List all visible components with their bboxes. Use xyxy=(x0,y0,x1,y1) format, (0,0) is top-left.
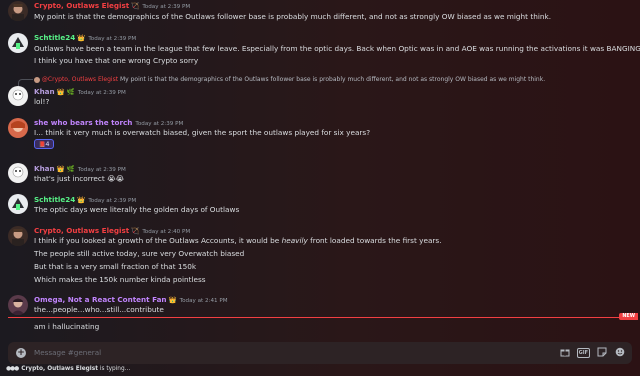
typing-dots-icon: ●●● xyxy=(6,366,19,372)
message-text: I think if you looked at growth of the O… xyxy=(34,236,442,245)
timestamp: Today at 2:41 PM xyxy=(179,298,228,304)
message-input[interactable]: Message #general xyxy=(34,348,101,357)
author-name[interactable]: Schtitle24 xyxy=(34,195,75,204)
gift-icon[interactable] xyxy=(559,347,571,359)
message-text: I... think it very much is overwatch bia… xyxy=(34,128,371,137)
message-composer[interactable]: + Message #general GIF xyxy=(8,342,632,364)
gif-icon[interactable]: GIF xyxy=(576,348,590,358)
message-text: But that is a very small fraction of tha… xyxy=(34,262,197,271)
timestamp: Today at 2:39 PM xyxy=(77,167,126,173)
crown-icon: 👑 🌿 xyxy=(56,88,75,96)
typing-user: Crypto, Outlaws Elegist xyxy=(21,366,98,372)
timestamp: Today at 2:39 PM xyxy=(135,121,184,127)
plus-circle-icon[interactable]: + xyxy=(16,348,26,358)
message-text: My point is that the demographics of the… xyxy=(34,12,552,21)
message-text: that's just incorrect 😭😭 xyxy=(34,174,125,183)
role-icon: 🏹 xyxy=(131,227,140,235)
author-name[interactable]: Crypto, Outlaws Elegist xyxy=(34,226,129,235)
author-name[interactable]: Omega, Not a React Content Fan xyxy=(34,295,167,304)
reaction-button[interactable]: 📕4 xyxy=(34,139,54,149)
message-text: am i hallucinating xyxy=(34,322,100,331)
new-messages-badge: NEW xyxy=(619,313,638,320)
message-text: I think you have that one wrong Crypto s… xyxy=(34,56,199,65)
reply-text: My point is that the demographics of the… xyxy=(119,76,546,83)
reply-mention[interactable]: @Crypto, Outlaws Elegist xyxy=(42,76,118,83)
message-text: Which makes the 150k number kinda pointl… xyxy=(34,275,206,284)
crown-icon: 👑 xyxy=(168,296,177,304)
message-text: The people still active today, sure very… xyxy=(34,249,245,258)
message-header: Crypto, Outlaws Elegist 🏹 Today at 2:39 PM xyxy=(34,1,190,12)
author-name[interactable]: Schtitle24 xyxy=(34,33,75,42)
message-header: Schtitle24 👑 Today at 2:39 PM xyxy=(34,33,136,44)
reply-reference[interactable]: @Crypto, Outlaws Elegist My point is tha… xyxy=(34,76,545,83)
author-name[interactable]: Crypto, Outlaws Elegist xyxy=(34,1,129,10)
role-icon: 🏹 xyxy=(131,2,140,10)
sticker-icon[interactable] xyxy=(596,347,608,359)
avatar[interactable] xyxy=(8,86,28,106)
text-run: front loaded towards the first years. xyxy=(307,236,442,245)
author-name[interactable]: she who bears the torch xyxy=(34,118,132,127)
reply-avatar-icon xyxy=(34,76,40,83)
message-list: Crypto, Outlaws Elegist 🏹 Today at 2:39 PM… xyxy=(0,0,640,340)
message-text: The optic days were literally the golden… xyxy=(34,205,240,214)
avatar[interactable] xyxy=(8,1,28,21)
timestamp: Today at 2:39 PM xyxy=(88,36,137,42)
message-text: the...people...who...still...contribute xyxy=(34,305,164,314)
text-run: I think if you looked at growth of the O… xyxy=(34,236,282,245)
timestamp: Today at 2:39 PM xyxy=(88,198,137,204)
crown-icon: 👑 xyxy=(77,196,86,204)
author-name[interactable]: Khan xyxy=(34,164,55,173)
message-text: lol!? xyxy=(34,97,50,106)
timestamp: Today at 2:39 PM xyxy=(142,4,191,10)
emphasis-text: heavily xyxy=(281,236,308,245)
author-name[interactable]: Khan xyxy=(34,87,55,96)
avatar[interactable] xyxy=(8,33,28,53)
crown-icon: 👑 xyxy=(77,34,86,42)
avatar[interactable] xyxy=(8,118,28,138)
reaction-count: 4 xyxy=(45,140,50,148)
avatar[interactable] xyxy=(8,194,28,214)
new-messages-divider xyxy=(8,317,628,318)
message-text: Outlaws have been a team in the league t… xyxy=(34,44,640,53)
typing-indicator: ●●● Crypto, Outlaws Elegist is typing... xyxy=(6,366,130,372)
reply-connector xyxy=(18,79,33,86)
timestamp: Today at 2:39 PM xyxy=(77,90,126,96)
avatar[interactable] xyxy=(8,295,28,315)
composer-tools: GIF xyxy=(559,347,626,359)
emoji-icon[interactable] xyxy=(614,347,626,359)
timestamp: Today at 2:40 PM xyxy=(142,229,191,235)
crown-icon: 👑 🌿 xyxy=(56,165,75,173)
avatar[interactable] xyxy=(8,226,28,246)
typing-text: is typing... xyxy=(98,366,131,372)
avatar[interactable] xyxy=(8,163,28,183)
